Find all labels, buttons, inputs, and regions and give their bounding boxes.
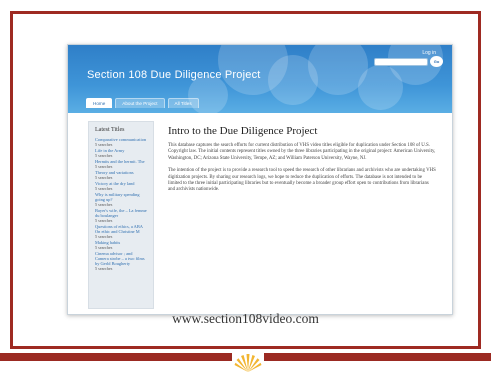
list-item: Hermits and the hermit. The 5 searches <box>95 159 147 169</box>
website-screenshot: Section 108 Due Diligence Project Log in… <box>67 44 453 315</box>
slide-frame: Section 108 Due Diligence Project Log in… <box>10 11 481 349</box>
sidebar-latest-titles: Latest Titles Comparative communication 5… <box>88 121 154 309</box>
title-link[interactable]: Bayer's wife, the – La femme du boulange… <box>95 208 147 218</box>
title-link[interactable]: Questions of ethics, a ABA On ethic and … <box>95 224 147 234</box>
page-content: Latest Titles Comparative communication 5… <box>68 113 452 314</box>
list-item: Questions of ethics, a ABA On ethic and … <box>95 224 147 239</box>
title-link[interactable]: Cinema advisor ; and Camera strobe – a t… <box>95 251 147 266</box>
nav-tabs: Home About the Project All Titles <box>86 98 199 108</box>
search-count: 5 searches <box>95 153 113 158</box>
main-column: Intro to the Due Diligence Project This … <box>168 125 436 200</box>
search-input[interactable] <box>374 58 428 66</box>
search-button[interactable]: Go <box>430 56 443 67</box>
search-count: 5 searches <box>95 202 113 207</box>
login-link[interactable]: Log in <box>422 50 436 56</box>
list-item: Life in the Army 5 searches <box>95 148 147 158</box>
search-count: 5 searches <box>95 175 113 180</box>
search-count: 5 searches <box>95 164 113 169</box>
list-item: Victory at the dry land 5 searches <box>95 181 147 191</box>
search-count: 5 searches <box>95 218 113 223</box>
search-count: 5 searches <box>95 186 113 191</box>
sidebar-list: Comparative communication 5 searches Life… <box>95 137 147 271</box>
sun-logo-icon <box>234 354 262 372</box>
search-count: 5 searches <box>95 266 113 271</box>
title-link[interactable]: Why is military spending going up? <box>95 192 147 202</box>
sidebar-heading: Latest Titles <box>95 127 125 133</box>
site-title[interactable]: Section 108 Due Diligence Project <box>87 69 261 81</box>
footer-bar-right <box>264 353 491 361</box>
website-url: www.section108video.com <box>172 311 319 326</box>
intro-paragraph: The intention of the project is to provi… <box>168 168 436 193</box>
list-item: Bayer's wife, the – La femme du boulange… <box>95 208 147 223</box>
list-item: Why is military spending going up? 5 sear… <box>95 192 147 207</box>
page-title: Intro to the Due Diligence Project <box>168 125 318 137</box>
search-count: 5 searches <box>95 142 113 147</box>
footer-bar-left <box>0 353 232 361</box>
list-item: Cinema advisor ; and Camera strobe – a t… <box>95 251 147 271</box>
search-count: 5 searches <box>95 234 113 239</box>
tab-home[interactable]: Home <box>86 98 113 108</box>
intro-paragraph: This database captures the search effort… <box>168 143 436 161</box>
list-item: Making habits 5 searches <box>95 240 147 250</box>
tab-all-titles[interactable]: All Titles <box>167 98 199 108</box>
list-item: Theory and variations 5 searches <box>95 170 147 180</box>
tab-about-the-project[interactable]: About the Project <box>115 98 165 108</box>
search-count: 5 searches <box>95 245 113 250</box>
site-banner: Section 108 Due Diligence Project Log in… <box>68 45 452 113</box>
list-item: Comparative communication 5 searches <box>95 137 147 147</box>
